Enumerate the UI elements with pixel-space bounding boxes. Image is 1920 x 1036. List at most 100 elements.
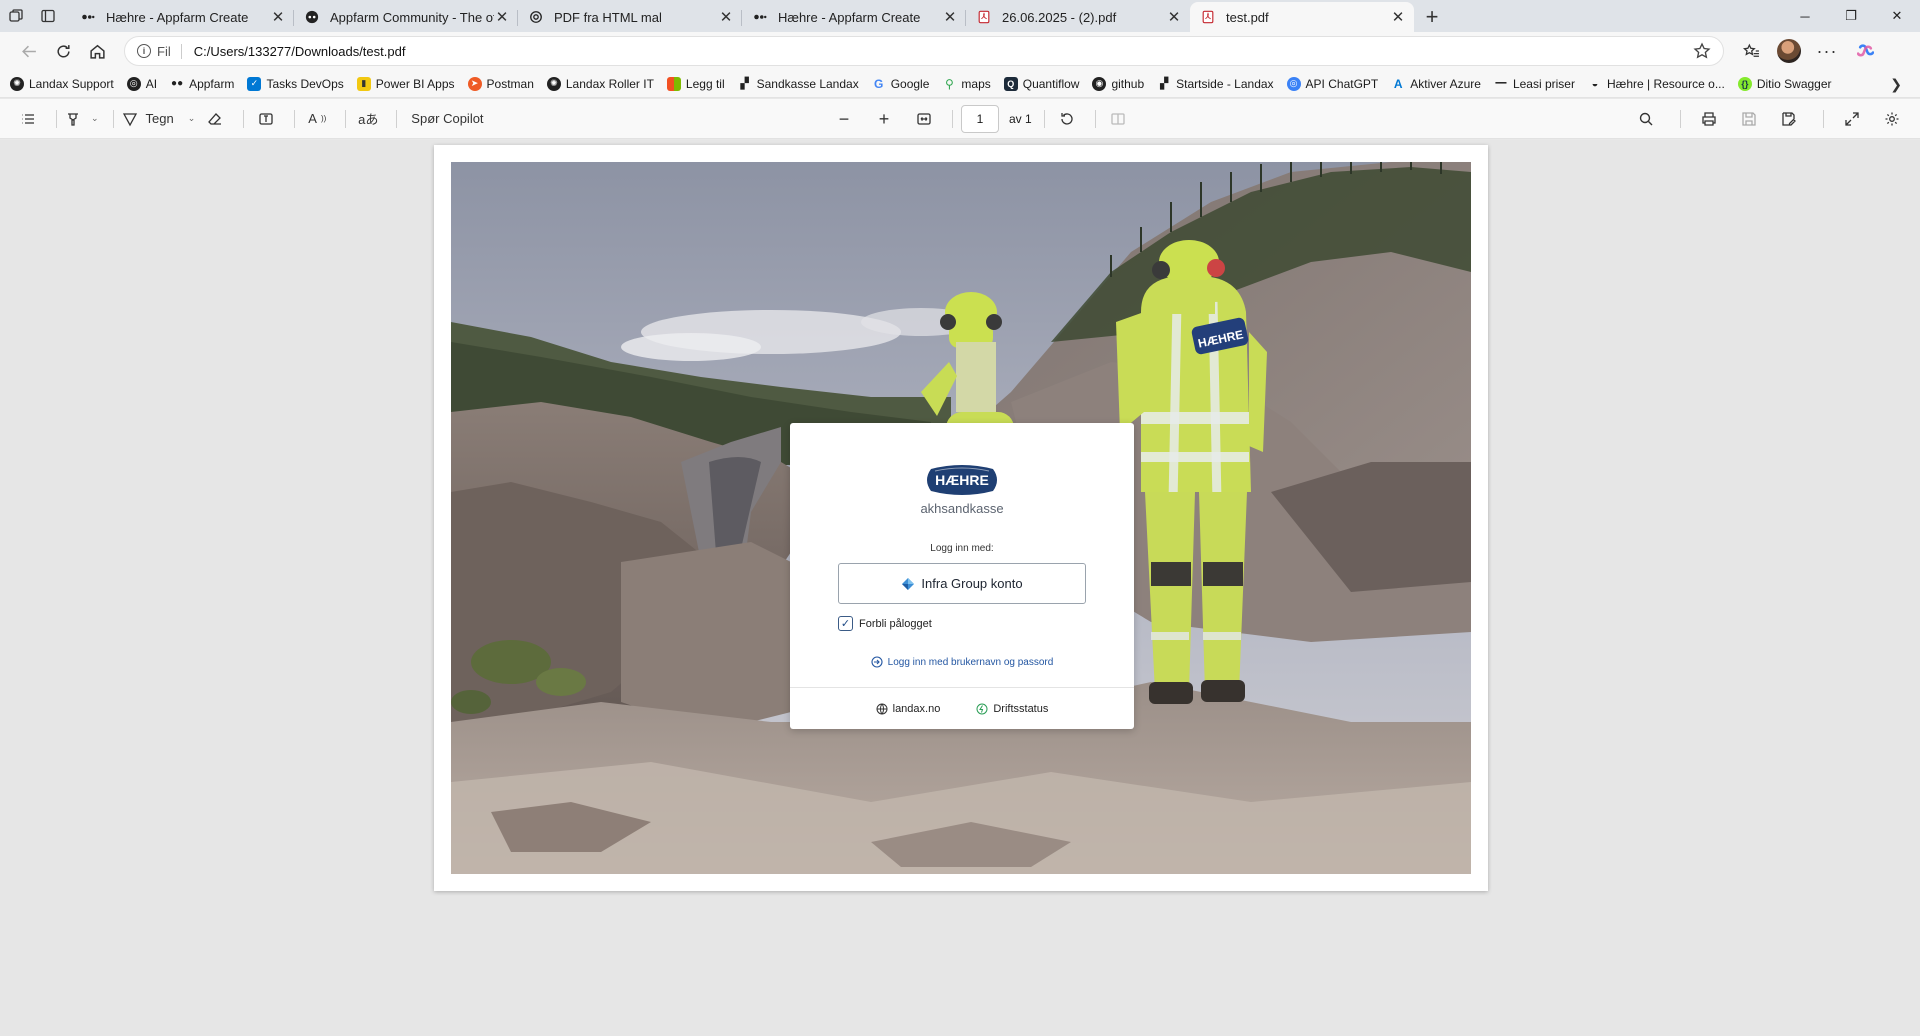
text-box-icon[interactable] [252, 105, 280, 133]
close-tab-icon[interactable]: ✕ [718, 9, 734, 26]
close-tab-icon[interactable]: ✕ [1166, 9, 1182, 26]
url-text[interactable]: C:/Users/133277/Downloads/test.pdf [194, 44, 1693, 59]
save-icon[interactable] [1735, 105, 1763, 133]
chevron-down-icon[interactable]: ⌄ [188, 113, 196, 124]
draw-icon [122, 112, 137, 126]
tab[interactable]: 26.06.2025 - (2).pdf ✕ [966, 2, 1190, 32]
globe-icon [876, 703, 888, 714]
bookmark-item[interactable]: Q Quantiflow [1003, 76, 1079, 91]
tab-title: 26.06.2025 - (2).pdf [1002, 9, 1117, 25]
fullscreen-icon[interactable] [1838, 105, 1866, 133]
highlight-button[interactable]: ⌄ [65, 105, 99, 133]
profile-avatar[interactable] [1772, 36, 1806, 66]
tab-title: Hæhre - Appfarm Create [778, 9, 921, 25]
tab-active[interactable]: test.pdf ✕ [1190, 2, 1414, 32]
appfarm-community-icon [304, 9, 320, 25]
draw-label: Tegn [145, 111, 174, 126]
bookmark-item[interactable]: ◎ AI [126, 76, 157, 91]
ask-copilot-button[interactable]: Spør Copilot [405, 105, 489, 133]
bookmark-item[interactable]: ✺ Landax Support [10, 76, 114, 91]
bookmark-item[interactable]: ◒ Hæhre | Resource o... [1588, 77, 1725, 91]
password-login-link[interactable]: Logg inn med brukernavn og passord [790, 656, 1134, 668]
status-icon [976, 703, 988, 714]
zoom-out-icon[interactable]: − [830, 105, 858, 133]
more-menu-icon[interactable]: ··· [1810, 36, 1844, 66]
stay-logged-in-checkbox[interactable]: ✓ [838, 616, 853, 631]
chevron-down-icon[interactable]: ⌄ [91, 113, 99, 124]
eraser-icon[interactable] [201, 105, 229, 133]
translate-icon[interactable]: aあ [354, 105, 382, 133]
bookmark-item[interactable]: ✺ Landax Roller IT [546, 76, 654, 91]
search-icon[interactable] [1632, 105, 1660, 133]
infra-group-login-button[interactable]: Infra Group konto [838, 563, 1086, 604]
bookmark-item[interactable]: ▮ Power BI Apps [356, 76, 455, 91]
bookmark-item[interactable]: ⚲ maps [942, 77, 991, 91]
close-tab-icon[interactable]: ✕ [494, 9, 510, 26]
back-icon[interactable] [12, 36, 46, 66]
bookmark-item[interactable]: {} Ditio Swagger [1737, 76, 1832, 91]
close-window-icon[interactable]: ✕ [1874, 0, 1920, 32]
login-arrow-icon [871, 656, 883, 668]
appfarm-icon [80, 9, 96, 25]
bookmark-item[interactable]: G Google [872, 77, 929, 91]
haehre-logo: HÆHRE [927, 465, 997, 495]
api-icon: ◎ [1286, 76, 1301, 91]
bookmark-item[interactable]: ◉ github [1092, 76, 1144, 91]
close-tab-icon[interactable]: ✕ [270, 9, 286, 26]
landax-site-link[interactable]: landax.no [876, 703, 940, 715]
bookmark-item[interactable]: ●● Appfarm [170, 77, 234, 91]
landax-icon: ✺ [546, 76, 561, 91]
stay-logged-in-label: Forbli pålogget [859, 617, 932, 630]
bookmark-item[interactable]: ✓ Tasks DevOps [247, 76, 344, 91]
close-tab-icon[interactable]: ✕ [1390, 9, 1406, 26]
tenant-name: akhsandkasse [920, 501, 1004, 516]
bookmark-item[interactable]: ━━ Leasi priser [1494, 77, 1575, 91]
chevron-right-icon[interactable]: ❯ [1890, 76, 1902, 93]
stay-logged-in[interactable]: ✓ Forbli pålogget [838, 616, 932, 631]
settings-gear-icon[interactable] [1878, 105, 1906, 133]
bookmarks-bar: ✺ Landax Support ◎ AI ●● Appfarm ✓ Tasks Dev… [0, 70, 1920, 98]
bookmark-item[interactable]: ➤ Postman [467, 76, 534, 91]
rotate-icon[interactable] [1053, 105, 1081, 133]
favorites-icon[interactable] [1734, 36, 1768, 66]
fit-page-icon[interactable] [910, 105, 938, 133]
copilot-icon[interactable] [1848, 36, 1882, 66]
new-tab-button[interactable]: + [1414, 2, 1450, 32]
tab[interactable]: Hæhre - Appfarm Create ✕ [742, 2, 966, 32]
contents-icon[interactable] [14, 105, 42, 133]
refresh-icon[interactable] [46, 36, 80, 66]
home-icon[interactable] [80, 36, 114, 66]
close-tab-icon[interactable]: ✕ [942, 9, 958, 26]
github-icon: ◉ [1092, 76, 1107, 91]
tab[interactable]: Hæhre - Appfarm Create ✕ [70, 2, 294, 32]
landax-icon: ✺ [10, 76, 24, 91]
draw-button[interactable]: Tegn ⌄ [122, 105, 196, 133]
bookmark-item[interactable]: Legg til [666, 76, 725, 91]
minimize-icon[interactable]: ─ [1782, 0, 1828, 32]
postman-icon: ➤ [467, 76, 482, 91]
tab[interactable]: PDF fra HTML mal ✕ [518, 2, 742, 32]
bookmark-item[interactable]: ◎ API ChatGPT [1286, 76, 1378, 91]
bookmark-item[interactable]: A Aktiver Azure [1391, 77, 1481, 91]
favorite-star-icon[interactable] [1693, 42, 1711, 60]
bookmark-item[interactable]: ▗▘ Startside - Landax [1156, 77, 1274, 91]
zoom-in-icon[interactable]: + [870, 105, 898, 133]
workspaces-icon[interactable] [0, 0, 32, 32]
page-view-icon[interactable] [1104, 105, 1132, 133]
save-as-icon[interactable] [1775, 105, 1803, 133]
quantiflow-icon: Q [1003, 76, 1018, 91]
operations-status-link[interactable]: Driftsstatus [976, 703, 1048, 715]
site-info[interactable]: i Fil [137, 43, 182, 59]
tab-actions-icon[interactable] [32, 0, 64, 32]
login-card: HÆHRE akhsandkasse Logg inn med: Infra G… [790, 423, 1134, 729]
restore-icon[interactable]: ❐ [1828, 0, 1874, 32]
read-aloud-icon[interactable]: A)) [303, 105, 331, 133]
highlighter-icon [68, 112, 78, 126]
info-icon: i [137, 44, 151, 58]
bookmark-item[interactable]: ▗▘ Sandkasse Landax [736, 77, 859, 91]
print-icon[interactable] [1695, 105, 1723, 133]
address-bar[interactable]: i Fil C:/Users/133277/Downloads/test.pdf [124, 36, 1724, 66]
tab-title: test.pdf [1226, 9, 1269, 25]
page-number-input[interactable]: 1 [961, 105, 999, 133]
tab[interactable]: Appfarm Community - The officia ✕ [294, 2, 518, 32]
